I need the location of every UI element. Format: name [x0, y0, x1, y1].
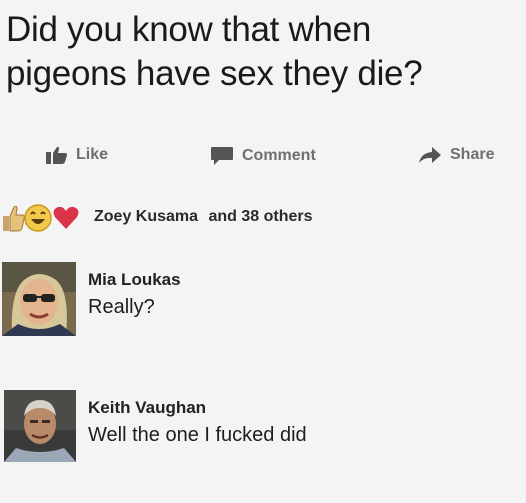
heart-icon	[52, 204, 80, 237]
share-button[interactable]: Share	[418, 146, 494, 164]
reaction-summary[interactable]: Zoey Kusama and 38 others	[0, 200, 526, 234]
share-arrow-icon	[418, 146, 442, 164]
thumbs-up-icon	[46, 146, 68, 164]
thumbs-up-icon	[0, 204, 26, 237]
post-action-bar: Like Comment Share	[0, 140, 526, 174]
comment-author[interactable]: Keith Vaughan	[88, 398, 307, 418]
comment-body: Keith Vaughan Well the one I fucked did	[88, 390, 307, 462]
comment-author[interactable]: Mia Loukas	[88, 270, 181, 290]
reaction-icons	[0, 202, 84, 232]
post-text: Did you know that when pigeons have sex …	[6, 8, 518, 96]
share-label: Share	[450, 146, 495, 163]
post-text-line-1: Did you know that when	[6, 10, 372, 49]
laughing-face-icon	[24, 204, 52, 237]
comment-bubble-icon	[210, 146, 234, 166]
comment-item: Keith Vaughan Well the one I fucked did	[0, 390, 526, 462]
like-button[interactable]: Like	[46, 146, 108, 164]
comment-item: Mia Loukas Really?	[0, 262, 526, 336]
comment-button[interactable]: Comment	[210, 146, 316, 166]
comment-text: Well the one I fucked did	[88, 424, 307, 446]
comment-text: Really?	[88, 296, 155, 318]
reaction-text: Zoey Kusama and 38 others	[94, 208, 313, 226]
reaction-others[interactable]: and 38 others	[209, 208, 313, 225]
like-label: Like	[76, 146, 109, 163]
comment-body: Mia Loukas Really?	[88, 262, 181, 336]
post-text-line-2: pigeons have sex they die?	[6, 54, 423, 93]
reaction-name[interactable]: Zoey Kusama	[94, 208, 198, 225]
avatar[interactable]	[4, 390, 76, 462]
comment-label: Comment	[242, 147, 316, 164]
avatar[interactable]	[2, 262, 76, 336]
